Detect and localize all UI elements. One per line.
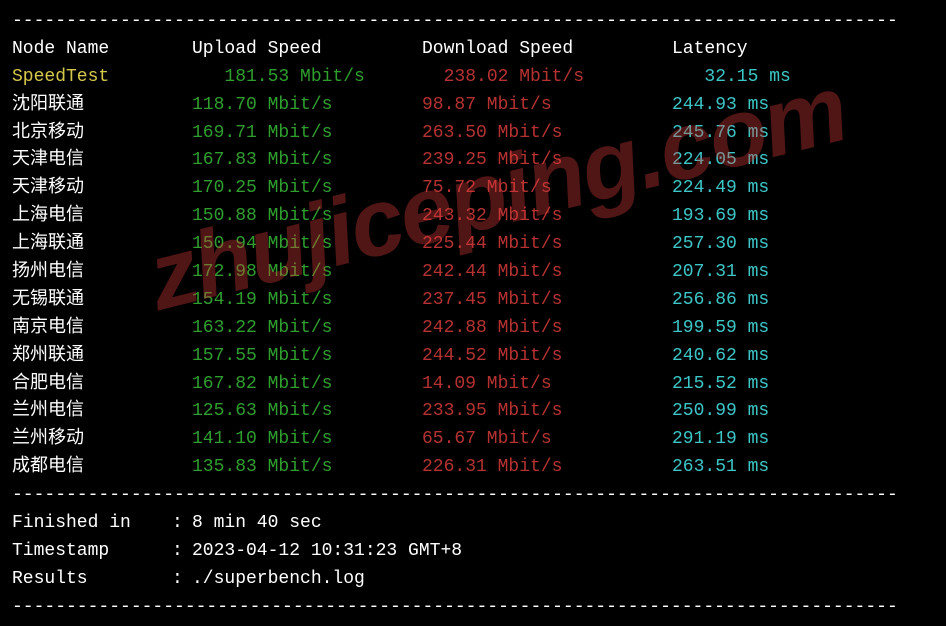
node-name: 扬州电信 (12, 259, 192, 287)
node-name: 合肥电信 (12, 371, 192, 399)
node-name: 北京移动 (12, 120, 192, 148)
table-row: 上海电信150.88 Mbit/s243.32 Mbit/s193.69 ms (12, 203, 934, 231)
latency-value: 207.31 ms (672, 259, 872, 287)
download-value: 98.87 Mbit/s (422, 92, 672, 120)
terminal-output: ----------------------------------------… (0, 4, 946, 626)
upload-value: 169.71 Mbit/s (192, 120, 422, 148)
latency-value: 257.30 ms (672, 231, 872, 259)
upload-value: 170.25 Mbit/s (192, 175, 422, 203)
footer-results: Results : ./superbench.log (12, 566, 934, 594)
header-upload: Upload Speed (192, 36, 422, 64)
finished-value: 8 min 40 sec (192, 510, 322, 538)
download-value: 237.45 Mbit/s (422, 287, 672, 315)
speedtest-row: SpeedTest 181.53 Mbit/s 238.02 Mbit/s 32… (12, 64, 934, 92)
download-value: 225.44 Mbit/s (422, 231, 672, 259)
table-row: 北京移动169.71 Mbit/s263.50 Mbit/s245.76 ms (12, 120, 934, 148)
table-header: Node Name Upload Speed Download Speed La… (12, 36, 934, 64)
node-name: 上海联通 (12, 231, 192, 259)
upload-value: 157.55 Mbit/s (192, 343, 422, 371)
table-row: 兰州移动141.10 Mbit/s65.67 Mbit/s291.19 ms (12, 426, 934, 454)
node-name: 上海电信 (12, 203, 192, 231)
table-row: 天津移动170.25 Mbit/s75.72 Mbit/s224.49 ms (12, 175, 934, 203)
divider-mid: ----------------------------------------… (12, 482, 934, 510)
download-value: 239.25 Mbit/s (422, 147, 672, 175)
node-name: 南京电信 (12, 315, 192, 343)
divider-bottom: ----------------------------------------… (12, 594, 934, 622)
timestamp-value: 2023-04-12 10:31:23 GMT+8 (192, 538, 462, 566)
latency-value: 250.99 ms (672, 398, 872, 426)
header-node: Node Name (12, 36, 192, 64)
speedtest-name: SpeedTest (12, 64, 192, 92)
latency-value: 291.19 ms (672, 426, 872, 454)
latency-value: 256.86 ms (672, 287, 872, 315)
upload-value: 163.22 Mbit/s (192, 315, 422, 343)
download-value: 233.95 Mbit/s (422, 398, 672, 426)
upload-value: 150.88 Mbit/s (192, 203, 422, 231)
footer-sep: : (172, 510, 192, 538)
finished-label: Finished in (12, 510, 172, 538)
latency-value: 263.51 ms (672, 454, 872, 482)
footer-finished: Finished in : 8 min 40 sec (12, 510, 934, 538)
table-row: 无锡联通154.19 Mbit/s237.45 Mbit/s256.86 ms (12, 287, 934, 315)
download-value: 242.44 Mbit/s (422, 259, 672, 287)
upload-value: 167.83 Mbit/s (192, 147, 422, 175)
table-row: 上海联通150.94 Mbit/s225.44 Mbit/s257.30 ms (12, 231, 934, 259)
footer-timestamp: Timestamp : 2023-04-12 10:31:23 GMT+8 (12, 538, 934, 566)
divider-top: ----------------------------------------… (12, 8, 934, 36)
upload-value: 172.98 Mbit/s (192, 259, 422, 287)
node-name: 兰州移动 (12, 426, 192, 454)
upload-value: 125.63 Mbit/s (192, 398, 422, 426)
node-name: 天津电信 (12, 147, 192, 175)
footer-sep: : (172, 566, 192, 594)
results-value: ./superbench.log (192, 566, 365, 594)
upload-value: 150.94 Mbit/s (192, 231, 422, 259)
download-value: 263.50 Mbit/s (422, 120, 672, 148)
node-name: 郑州联通 (12, 343, 192, 371)
header-latency: Latency (672, 36, 872, 64)
table-row: 郑州联通157.55 Mbit/s244.52 Mbit/s240.62 ms (12, 343, 934, 371)
node-name: 无锡联通 (12, 287, 192, 315)
download-value: 242.88 Mbit/s (422, 315, 672, 343)
latency-value: 240.62 ms (672, 343, 872, 371)
latency-value: 245.76 ms (672, 120, 872, 148)
footer-sep: : (172, 538, 192, 566)
download-value: 65.67 Mbit/s (422, 426, 672, 454)
table-row: 合肥电信167.82 Mbit/s14.09 Mbit/s215.52 ms (12, 371, 934, 399)
node-name: 成都电信 (12, 454, 192, 482)
table-row: 天津电信167.83 Mbit/s239.25 Mbit/s224.05 ms (12, 147, 934, 175)
upload-value: 154.19 Mbit/s (192, 287, 422, 315)
node-name: 天津移动 (12, 175, 192, 203)
download-value: 244.52 Mbit/s (422, 343, 672, 371)
upload-value: 118.70 Mbit/s (192, 92, 422, 120)
upload-value: 167.82 Mbit/s (192, 371, 422, 399)
speedtest-download: 238.02 Mbit/s (422, 64, 672, 92)
latency-value: 244.93 ms (672, 92, 872, 120)
header-download: Download Speed (422, 36, 672, 64)
table-row: 扬州电信172.98 Mbit/s242.44 Mbit/s207.31 ms (12, 259, 934, 287)
speedtest-latency: 32.15 ms (672, 64, 872, 92)
table-row: 南京电信163.22 Mbit/s242.88 Mbit/s199.59 ms (12, 315, 934, 343)
download-value: 243.32 Mbit/s (422, 203, 672, 231)
latency-value: 224.05 ms (672, 147, 872, 175)
table-row: 兰州电信125.63 Mbit/s233.95 Mbit/s250.99 ms (12, 398, 934, 426)
download-value: 14.09 Mbit/s (422, 371, 672, 399)
results-label: Results (12, 566, 172, 594)
upload-value: 141.10 Mbit/s (192, 426, 422, 454)
latency-value: 193.69 ms (672, 203, 872, 231)
table-row: 沈阳联通118.70 Mbit/s98.87 Mbit/s244.93 ms (12, 92, 934, 120)
latency-value: 224.49 ms (672, 175, 872, 203)
upload-value: 135.83 Mbit/s (192, 454, 422, 482)
node-name: 兰州电信 (12, 398, 192, 426)
timestamp-label: Timestamp (12, 538, 172, 566)
speedtest-upload: 181.53 Mbit/s (192, 64, 422, 92)
node-name: 沈阳联通 (12, 92, 192, 120)
download-value: 226.31 Mbit/s (422, 454, 672, 482)
download-value: 75.72 Mbit/s (422, 175, 672, 203)
latency-value: 199.59 ms (672, 315, 872, 343)
latency-value: 215.52 ms (672, 371, 872, 399)
table-row: 成都电信135.83 Mbit/s226.31 Mbit/s263.51 ms (12, 454, 934, 482)
